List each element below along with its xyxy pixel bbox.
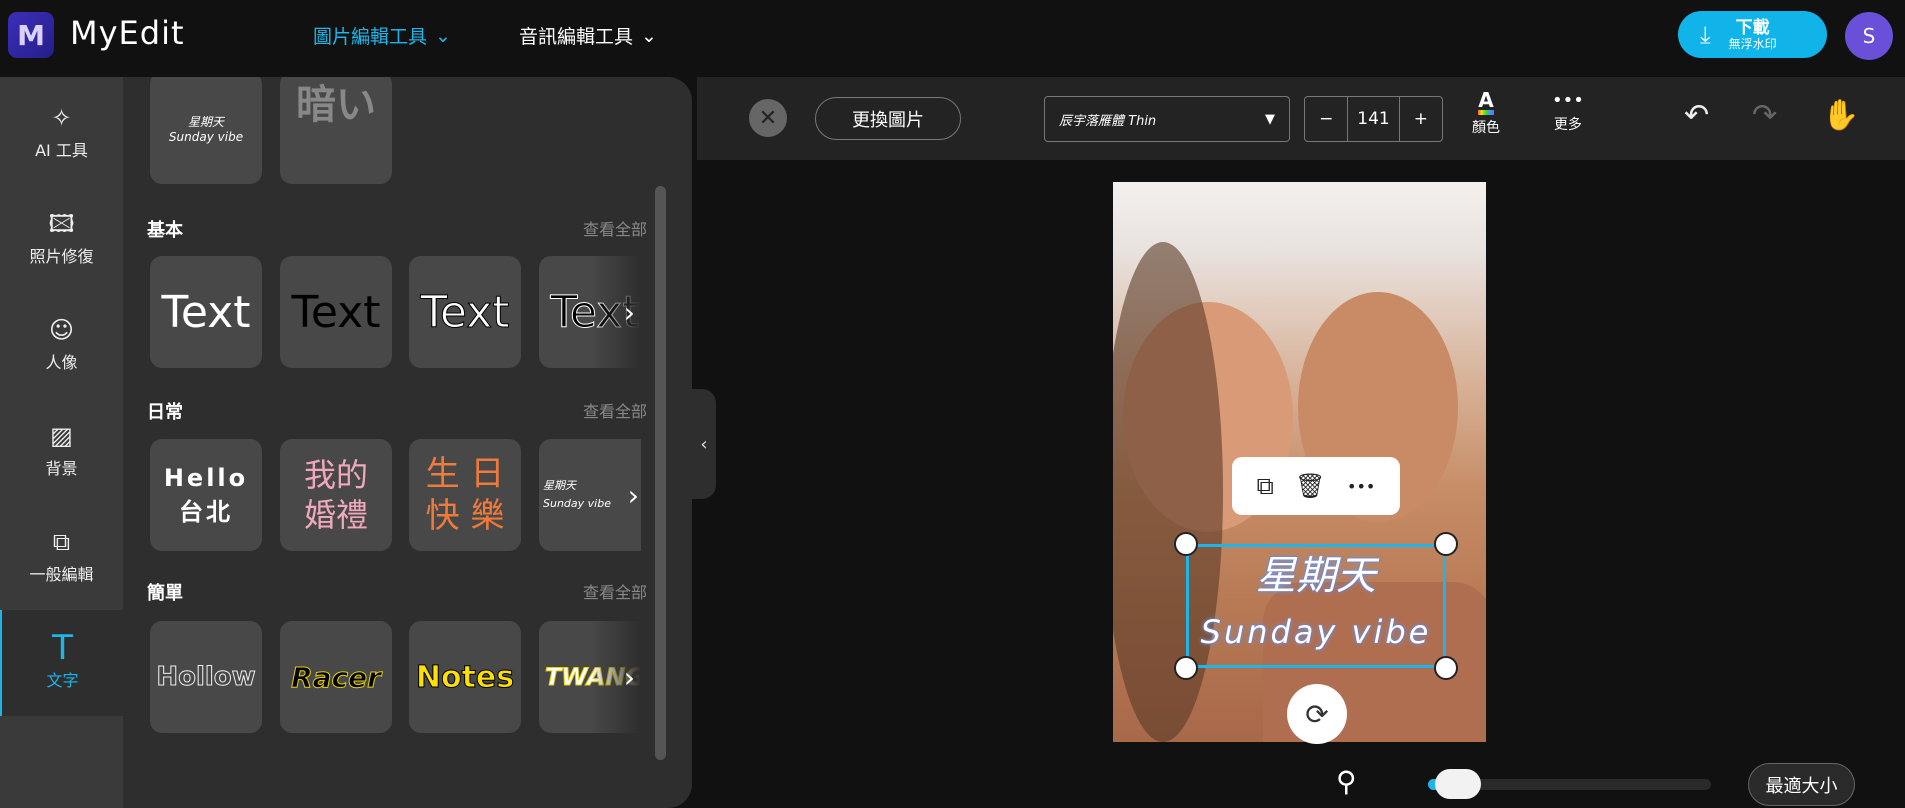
selection-box [1186,544,1446,668]
font-size-stepper: − 141 + [1304,96,1443,142]
sidebar-item-label: AI 工具 [35,141,88,160]
resize-handle-tl[interactable] [1174,532,1198,556]
section-title-daily: 日常 [147,402,183,423]
font-size-input[interactable]: 141 [1348,97,1400,141]
nav-label: 音訊編輯工具 [519,26,634,48]
text-style-card[interactable]: Text [150,256,262,368]
avatar[interactable]: S [1845,12,1893,60]
replace-image-button[interactable]: 更換圖片 [815,97,961,140]
chevron-right-icon[interactable]: › [591,621,641,733]
magic-wand-icon: ✧ [51,104,72,132]
see-all-simple[interactable]: 查看全部 [583,579,647,603]
text-icon: T [52,628,73,668]
text-style-card[interactable]: 星期天 Sunday vibe [150,77,262,184]
resize-handle-bl[interactable] [1174,656,1198,680]
sidebar-item-background[interactable]: ▨ 背景 [0,398,123,504]
sidebar-item-ai-tools[interactable]: ✧ AI 工具 [0,80,123,186]
portrait-icon: ☺ [48,316,75,344]
text-style-card[interactable]: 我的 婚禮 [280,439,392,551]
sidebar-item-portrait[interactable]: ☺ 人像 [0,292,123,398]
see-all-basic[interactable]: 查看全部 [583,216,647,240]
font-select[interactable]: 辰宇落雁體 Thin ▼ [1044,96,1290,142]
sidebar-item-text[interactable]: T 文字 [0,610,123,716]
color-label: 顏色 [1472,120,1500,136]
close-button[interactable]: ✕ [749,99,787,137]
photo-enhance-icon: 🖾 [48,210,75,238]
chevron-down-icon: ⌄ [435,24,451,47]
resize-handle-tr[interactable] [1434,532,1458,556]
hand-pan-icon[interactable]: ✋ [1822,98,1859,133]
sidebar-item-label: 一般編輯 [29,565,94,584]
sidebar-item-general-edit[interactable]: ⧉ 一般編輯 [0,504,123,610]
close-icon: ✕ [758,105,778,131]
see-all-daily[interactable]: 查看全部 [583,398,647,422]
text-style-card[interactable]: Hello 台北 [150,439,262,551]
chevron-left-icon: ‹ [700,433,708,455]
redo-icon[interactable]: ↷ [1752,98,1777,133]
crop-icon: ⧉ [52,528,71,556]
more-dots-icon: ••• [1552,90,1584,111]
decrease-size-button[interactable]: − [1305,97,1349,141]
caret-down-icon: ▼ [1265,111,1275,127]
sidebar: ✧ AI 工具 🖾 照片修復 ☺ 人像 ▨ 背景 ⧉ 一般編輯 T 文字 [0,77,123,808]
nav-audio-tools[interactable]: 音訊編輯工具 ⌄ [519,22,657,49]
zoom-slider-thumb[interactable] [1434,769,1481,799]
sidebar-item-photo-enhance[interactable]: 🖾 照片修復 [0,186,123,292]
chevron-right-icon[interactable]: › [591,256,641,368]
section-title-simple: 簡單 [147,583,183,604]
collapse-panel-handle[interactable]: ‹ [692,389,716,499]
more-label: 更多 [1553,117,1582,133]
nav-label: 圖片編輯工具 [313,26,428,48]
download-button[interactable]: ⤓ 下載 無浮水印 [1678,11,1827,58]
download-label: 下載 [1735,17,1770,38]
color-button[interactable]: A 顏色 [1472,90,1500,137]
text-style-card[interactable]: Notes [409,621,521,733]
rotate-button[interactable]: ⟳ [1287,684,1347,744]
panel-scrollbar[interactable] [655,186,666,760]
more-button[interactable]: ••• 更多 [1552,90,1584,134]
sidebar-item-label: 人像 [45,353,78,372]
text-style-card[interactable]: Hollow [150,621,262,733]
brand-name[interactable]: MyEdit [70,14,185,52]
download-sublabel: 無浮水印 [1728,36,1777,51]
undo-icon[interactable]: ↶ [1684,98,1709,133]
resize-handle-br[interactable] [1434,656,1458,680]
sidebar-item-label: 照片修復 [29,247,94,266]
font-name: 辰宇落雁體 Thin [1059,113,1157,129]
download-icon: ⤓ [1700,20,1711,49]
top-bar: M MyEdit 圖片編輯工具 ⌄ 音訊編輯工具 ⌄ ⤓ 下載 無浮水印 S [0,0,1905,77]
sidebar-item-label: 文字 [46,671,79,690]
rotate-icon: ⟳ [1305,697,1329,731]
increase-size-button[interactable]: + [1400,97,1442,141]
text-style-card[interactable]: 生 日 快 樂 [409,439,521,551]
nav-photo-tools[interactable]: 圖片編輯工具 ⌄ [313,22,451,49]
sidebar-item-label: 背景 [45,459,78,478]
text-style-card[interactable]: 暗い [280,77,392,184]
fit-size-button[interactable]: 最適大小 [1748,763,1855,806]
chevron-right-icon[interactable]: › [623,439,641,551]
text-panel: ✧ AI 工具 🖾 照片修復 ☺ 人像 ▨ 背景 ⧉ 一般編輯 T 文字 星期天 Sunda… [0,77,692,808]
text-style-card[interactable]: Text [280,256,392,368]
duplicate-icon[interactable]: ⧉ [1257,472,1274,500]
chevron-down-icon: ⌄ [641,24,657,47]
trash-icon[interactable]: 🗑 [1295,472,1325,500]
section-title-basic: 基本 [147,220,183,241]
more-dots-icon[interactable]: ••• [1347,477,1375,496]
element-context-menu: ⧉ 🗑 ••• [1232,457,1400,515]
zoom-search-icon: ⚲ [1336,765,1357,798]
myedit-logo[interactable]: M [8,12,54,58]
text-style-card[interactable]: Racer [280,621,392,733]
text-color-icon: A [1478,90,1494,115]
text-style-card[interactable]: Text [409,256,521,368]
background-icon: ▨ [50,422,73,450]
